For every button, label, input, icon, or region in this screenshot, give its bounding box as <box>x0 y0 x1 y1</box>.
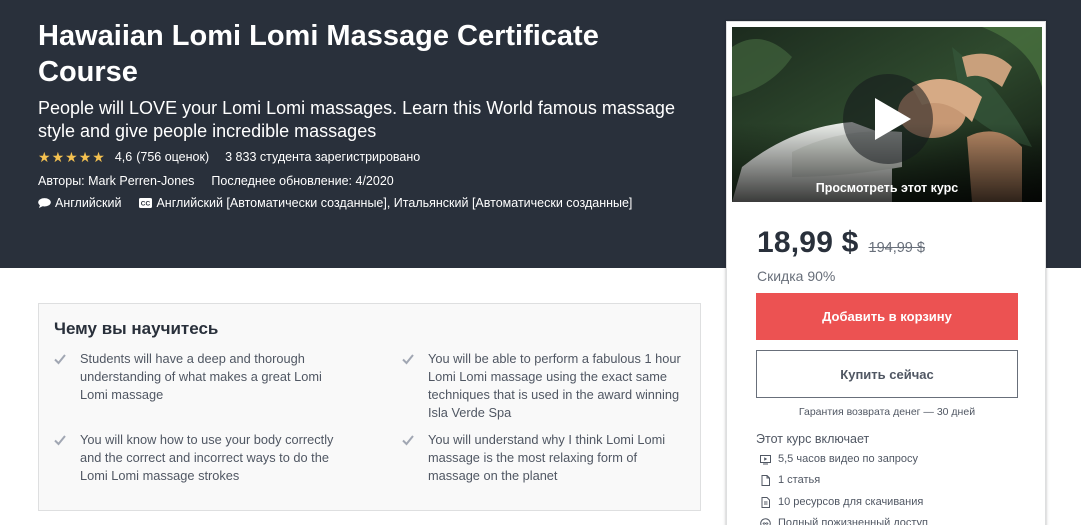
includes-text: 10 ресурсов для скачивания <box>778 496 924 508</box>
rating-stars: ★ ★ ★ ★ ★ <box>38 150 106 164</box>
star-icon: ★ <box>51 149 65 165</box>
check-icon <box>54 354 66 365</box>
learn-item: You will be able to perform a fabulous 1… <box>402 350 692 422</box>
star-icon: ★ <box>65 149 78 165</box>
buy-now-button[interactable]: Купить сейчас <box>756 350 1018 398</box>
learn-title: Чему вы научитесь <box>54 319 219 338</box>
preview-label: Просмотреть этот курс <box>815 181 959 195</box>
learn-item: You will understand why I think Lomi Lom… <box>402 431 692 485</box>
course-title: Hawaiian Lomi Lomi Massage Certificate C… <box>38 20 599 88</box>
purchase-card: Просмотреть этот курс 18,99 $ 194,99 $ С… <box>726 21 1046 525</box>
includes-text: 5,5 часов видео по запросу <box>778 453 919 465</box>
course-preview[interactable]: Просмотреть этот курс <box>732 27 1042 202</box>
learn-item-text: You will know how to use your body corre… <box>80 432 334 483</box>
language-row: Английский CC Английский [Автоматически … <box>38 194 632 212</box>
play-button[interactable] <box>843 74 933 164</box>
authors-link[interactable]: Авторы: Mark Perren-Jones <box>38 174 194 188</box>
star-half-icon: ★ <box>92 149 105 165</box>
download-icon <box>761 496 770 508</box>
video-icon <box>760 454 771 464</box>
what-you-will-learn: Чему вы научитесь Students will have a d… <box>38 303 701 511</box>
svg-text:CC: CC <box>141 201 151 208</box>
star-icon: ★ <box>38 149 51 165</box>
current-price: 18,99 $ <box>757 226 859 259</box>
article-icon <box>761 474 770 486</box>
check-icon <box>54 435 66 446</box>
original-price: 194,99 $ <box>868 240 925 256</box>
infinity-icon <box>760 517 771 525</box>
learn-item-text: Students will have a deep and thorough u… <box>80 351 322 402</box>
last-updated: Последнее обновление: 4/2020 <box>211 174 394 188</box>
includes-item: 10 ресурсов для скачивания <box>760 496 923 508</box>
includes-item: 5,5 часов видео по запросу <box>760 453 918 465</box>
learn-item-text: You will be able to perform a fabulous 1… <box>428 351 681 420</box>
rating-count[interactable]: (756 оценок) <box>136 150 209 164</box>
learn-item: Students will have a deep and thorough u… <box>54 350 344 404</box>
check-icon <box>402 354 414 365</box>
course-language: Английский <box>55 196 122 210</box>
play-icon <box>875 98 911 140</box>
price-row: 18,99 $ 194,99 $ <box>757 226 925 260</box>
includes-item: Полный пожизненный доступ <box>760 517 928 525</box>
star-icon: ★ <box>78 149 92 165</box>
rating-row: ★ ★ ★ ★ ★ 4,6 (756 оценок) 3 833 студент… <box>38 148 420 166</box>
students-count: 3 833 студента зарегистрировано <box>225 150 421 164</box>
learn-item: You will know how to use your body corre… <box>54 431 344 485</box>
speech-bubble-icon <box>38 198 51 208</box>
add-to-cart-button[interactable]: Добавить в корзину <box>756 293 1018 340</box>
includes-text: Полный пожизненный доступ <box>778 517 928 525</box>
closed-captions-icon: CC <box>139 198 153 208</box>
discount-label: Скидка 90% <box>757 268 836 284</box>
includes-text: 1 статья <box>778 474 821 486</box>
meta-row: Авторы: Mark Perren-Jones Последнее обно… <box>38 172 394 190</box>
check-icon <box>402 435 414 446</box>
learn-item-text: You will understand why I think Lomi Lom… <box>428 432 666 483</box>
course-captions: Английский [Автоматически созданные], Ит… <box>156 196 633 210</box>
course-subtitle: People will LOVE your Lomi Lomi massages… <box>38 98 675 141</box>
includes-item: 1 статья <box>760 474 820 486</box>
money-back-guarantee: Гарантия возврата денег — 30 дней <box>798 406 976 418</box>
rating-value: 4,6 <box>114 150 133 164</box>
includes-title: Этот курс включает <box>756 432 870 446</box>
